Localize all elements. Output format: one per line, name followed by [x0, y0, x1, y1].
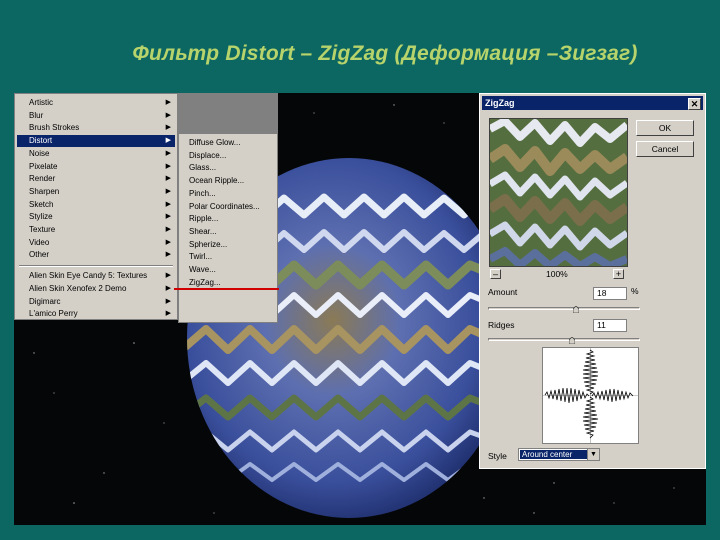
filter-menu-item[interactable]: Alien Skin Xenofex 2 Demo ▶	[17, 283, 175, 295]
zigzag-highlight-line	[174, 288, 279, 290]
amount-slider-thumb[interactable]	[573, 306, 579, 313]
zigzag-dialog: ZigZag ✕ OK Cancel – 100% + Amount 18 % …	[479, 93, 706, 469]
filter-menu-item-label: Render	[29, 174, 56, 184]
chevron-right-icon: ▶	[165, 111, 171, 119]
filter-menu-item[interactable]: Sharpen ▶	[17, 186, 175, 198]
chevron-down-icon[interactable]: ▼	[587, 449, 599, 460]
filter-menu-item-label: Blur	[29, 110, 44, 120]
filter-menu-item-label: Digimarc	[29, 296, 61, 306]
filter-menu-item[interactable]: Distort ▶	[17, 135, 175, 148]
distort-submenu-item[interactable]: Diffuse Glow...	[189, 137, 240, 149]
filter-menu-item-label: Alien Skin Xenofex 2 Demo	[29, 283, 127, 293]
zigzag-style-preview	[542, 347, 639, 444]
menu-backdrop	[178, 93, 278, 133]
filter-menu-item[interactable]: Noise ▶	[17, 148, 175, 160]
chevron-right-icon: ▶	[165, 187, 171, 195]
chevron-right-icon: ▶	[165, 137, 171, 145]
style-label: Style	[488, 451, 507, 461]
filter-menu-item-label: Distort	[29, 136, 53, 146]
distort-submenu-item[interactable]: Wave...	[189, 264, 216, 276]
distort-submenu-item[interactable]: Displace...	[189, 150, 226, 162]
distort-submenu-item[interactable]: Glass...	[189, 162, 216, 174]
amount-slider[interactable]	[488, 306, 640, 313]
zoom-in-button[interactable]: +	[613, 269, 624, 279]
chevron-right-icon: ▶	[165, 238, 171, 246]
filter-menu-item[interactable]: Digimarc ▶	[17, 296, 175, 308]
filter-menu-item-label: Alien Skin Eye Candy 5: Textures	[29, 271, 148, 281]
distort-submenu-item[interactable]: Ocean Ripple...	[189, 175, 244, 187]
chevron-right-icon: ▶	[165, 175, 171, 183]
distort-submenu-item[interactable]: Spherize...	[189, 239, 227, 251]
filter-menu-item-label: Sketch	[29, 199, 54, 209]
filter-menu-item-label: Noise	[29, 148, 50, 158]
cancel-button[interactable]: Cancel	[636, 141, 694, 157]
zoom-level: 100%	[546, 269, 568, 279]
chevron-right-icon: ▶	[165, 162, 171, 170]
filter-menu-item[interactable]: Brush Strokes ▶	[17, 122, 175, 134]
distort-submenu-item[interactable]: Shear...	[189, 226, 217, 238]
close-button[interactable]: ✕	[688, 98, 701, 110]
chevron-right-icon: ▶	[165, 149, 171, 157]
filter-menu-item-label: Texture	[29, 225, 56, 234]
ridges-slider[interactable]	[488, 337, 640, 344]
filter-menu-item-label: Video	[29, 237, 50, 247]
chevron-right-icon: ▶	[165, 124, 171, 132]
ridges-input[interactable]: 11	[593, 319, 627, 332]
dialog-titlebar: ZigZag ✕	[482, 96, 703, 110]
chevron-right-icon: ▶	[165, 310, 171, 318]
menu-separator	[19, 265, 173, 268]
chevron-right-icon: ▶	[165, 272, 171, 280]
filter-menu-item[interactable]: Blur ▶	[17, 110, 175, 122]
ridges-slider-thumb[interactable]	[568, 337, 575, 344]
filter-menu-item-label: Pixelate	[29, 161, 58, 171]
ok-button[interactable]: OK	[636, 120, 694, 136]
filter-menu-item[interactable]: Render ▶	[17, 173, 175, 185]
filter-menu-item-label: Brush Strokes	[29, 123, 80, 133]
filter-menu-item-label: Artistic	[29, 98, 53, 107]
zoom-out-button[interactable]: –	[490, 269, 501, 279]
filter-menu-item[interactable]: Pixelate ▶	[17, 161, 175, 173]
filter-menu-item[interactable]: Other ▶	[17, 249, 175, 261]
style-select-value: Around center	[520, 450, 587, 459]
filter-menu: Artistic ▶ Blur ▶ Brush Strokes ▶ Distort ▶ Nois…	[14, 93, 178, 320]
chevron-right-icon: ▶	[165, 226, 171, 233]
filter-menu-item-label: L'amico Perry	[29, 309, 78, 319]
chevron-right-icon: ▶	[165, 99, 171, 106]
distort-submenu: Diffuse Glow... Displace... Glass... Ocean …	[178, 133, 278, 323]
amount-input[interactable]: 18	[593, 287, 627, 300]
distort-submenu-item[interactable]: Polar Coordinates...	[189, 201, 260, 213]
distort-submenu-item[interactable]: Twirl...	[189, 251, 212, 263]
preview-image	[490, 119, 627, 266]
dialog-title: ZigZag	[485, 98, 515, 108]
amount-label: Amount	[488, 287, 518, 297]
distort-submenu-item[interactable]: ZigZag...	[189, 277, 221, 289]
distort-submenu-item[interactable]: Ripple...	[189, 213, 218, 225]
chevron-right-icon: ▶	[165, 284, 171, 292]
chevron-right-icon: ▶	[165, 297, 171, 305]
ridges-label: Ridges	[488, 320, 515, 330]
filter-menu-item-label: Other	[29, 250, 50, 260]
chevron-right-icon: ▶	[165, 251, 171, 259]
distort-submenu-item[interactable]: Pinch...	[189, 188, 216, 200]
style-select[interactable]: Around center ▼	[518, 448, 600, 461]
filter-menu-item[interactable]: Stylize ▶	[17, 211, 175, 223]
photoshop-workspace: Artistic ▶ Blur ▶ Brush Strokes ▶ Distort ▶ Nois…	[14, 93, 706, 525]
filter-menu-item-label: Sharpen	[29, 186, 60, 196]
filter-menu-item[interactable]: Texture ▶	[17, 224, 175, 236]
chevron-right-icon: ▶	[165, 213, 171, 221]
slide-title: Фильтр Distort – ZigZag (Деформация –Зиг…	[132, 42, 638, 65]
filter-menu-item[interactable]: Sketch ▶	[17, 199, 175, 211]
filter-menu-item[interactable]: L'amico Perry ▶	[17, 308, 175, 320]
zigzag-pattern-icon	[543, 348, 638, 443]
filter-menu-item[interactable]: Artistic ▶	[17, 97, 175, 109]
chevron-right-icon: ▶	[165, 200, 171, 208]
filter-menu-item[interactable]: Alien Skin Eye Candy 5: Textures ▶	[17, 270, 175, 282]
filter-preview[interactable]	[489, 118, 628, 267]
amount-unit: %	[631, 286, 639, 296]
filter-menu-item[interactable]: Video ▶	[17, 237, 175, 249]
filter-menu-item-label: Stylize	[29, 212, 53, 222]
